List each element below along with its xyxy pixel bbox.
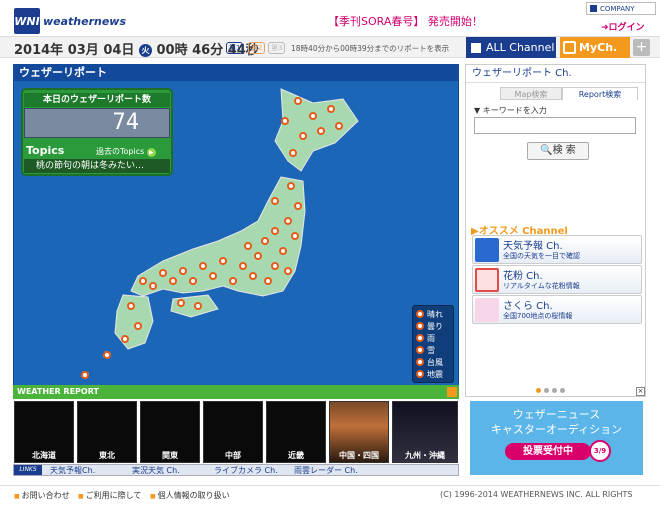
link-observation[interactable]: 実況天気 Ch. [132, 465, 180, 476]
copyright: (C) 1996-2014 WEATHERNEWS INC. ALL RIGHT… [440, 490, 633, 499]
logo-word: weathernews [43, 15, 127, 28]
logo-mark: WNI [14, 8, 40, 34]
weather-legend: 晴れ 曇り 雨 雪 台風 地震 [412, 305, 454, 383]
tab-all-channel[interactable]: ALL Channel [466, 37, 556, 58]
legend-label: 曇り [427, 321, 443, 331]
login-link[interactable]: ➜ログイン [601, 20, 645, 33]
mych-icon [563, 41, 576, 54]
report-count-value: 74 [24, 108, 170, 138]
range-text: 18時40分から00時39分までのリポートを表示 [291, 44, 450, 53]
region-caption: 九州・沖縄 [405, 451, 445, 460]
keyword-input[interactable] [474, 117, 636, 134]
typhoon-icon [416, 358, 424, 366]
tab-my-channel[interactable]: MyCh. [560, 37, 630, 58]
search-label: 検 索 [552, 145, 576, 156]
carousel-dot[interactable] [544, 388, 549, 393]
link-rain-radar[interactable]: 雨雲レーダー Ch. [294, 465, 358, 476]
channel-name: 花粉 Ch. [503, 271, 543, 282]
pollen-face-icon [475, 268, 499, 292]
region-caption: 関東 [162, 451, 178, 460]
channel-card-sakura[interactable]: さくら Ch. 全国700地点の桜情報 [472, 295, 642, 324]
legend-item[interactable]: 台風 [416, 356, 450, 368]
period-badge-1[interactable]: 第1 [226, 42, 244, 54]
channel-card-pollen[interactable]: 花粉 Ch. リアルタイムな花粉情報 [472, 265, 642, 294]
carousel-dot[interactable] [560, 388, 565, 393]
tab-all-label: ALL Channel [486, 41, 555, 54]
tab-my-label: MyCh. [579, 41, 618, 54]
legend-label: 地震 [427, 369, 443, 379]
footer-contact-link[interactable]: お問い合わせ [14, 490, 70, 501]
channel-desc: 全国700地点の桜情報 [503, 312, 573, 320]
play-icon: ▶ [146, 148, 156, 157]
channel-name: 天気予報 Ch. [503, 241, 563, 252]
channel-desc: 全国の天気を一目で確認 [503, 252, 580, 260]
legend-item[interactable]: 地震 [416, 368, 450, 380]
banner-date-badge: 3/9 [589, 440, 611, 462]
carousel-dots[interactable] [536, 388, 565, 393]
region-caption: 中部 [225, 451, 241, 460]
map-panel-title: ウェザーリポート [13, 64, 459, 81]
footer-terms-link[interactable]: ご利用に際して [78, 490, 142, 501]
day-of-week-badge: 火 [138, 44, 152, 57]
promo-link[interactable]: 【季刊SORA春号】 発売開始！ [328, 13, 483, 29]
weathernews-logo[interactable]: WNI weathernews [14, 8, 126, 36]
footer-divider [0, 485, 660, 486]
region-caption: 東北 [99, 451, 115, 460]
report-channel-title: ウェザーリポート Ch. [466, 65, 645, 83]
sakura-icon [475, 298, 499, 322]
current-datetime: 2014年 03月 04日 火 00時 46分 44秒 [14, 39, 259, 58]
carousel-dot[interactable] [552, 388, 557, 393]
sunny-icon [416, 310, 424, 318]
legend-label: 雨 [427, 333, 435, 343]
tab-report-search[interactable]: Report検索 [562, 87, 638, 100]
legend-item[interactable]: 晴れ [416, 308, 450, 320]
footer-privacy-link[interactable]: 個人情報の取り扱い [150, 490, 230, 501]
snow-icon [416, 346, 424, 354]
login-label: ログイン [608, 23, 645, 33]
japan-map-icon [475, 238, 499, 262]
link-forecast[interactable]: 天気予報Ch. [50, 465, 95, 476]
search-button[interactable]: 🔍検 索 [527, 142, 589, 160]
links-tag: LINKS [14, 465, 42, 475]
channel-icon [471, 42, 481, 53]
channel-desc: リアルタイムな花粉情報 [503, 282, 580, 290]
topics-label: Topics [26, 144, 65, 157]
close-icon[interactable]: × [636, 387, 645, 396]
keyword-label: ▼ キーワードを入力 [474, 106, 547, 115]
report-count-label: 本日のウェザーリポート数 [24, 93, 170, 107]
tab-map-search[interactable]: Map検索 [500, 87, 562, 100]
legend-item[interactable]: 曇り [416, 320, 450, 332]
weather-report-bar: WEATHER REPORT [13, 385, 459, 399]
period-badge-3[interactable]: 第3 [268, 42, 286, 54]
legend-label: 晴れ [427, 309, 443, 319]
cloudy-icon [416, 322, 424, 330]
legend-item[interactable]: 雨 [416, 332, 450, 344]
region-caption: 中国・四国 [339, 451, 379, 460]
channel-name: さくら Ch. [503, 301, 553, 312]
region-caption: 北海道 [32, 451, 56, 460]
region-caption: 近畿 [288, 451, 304, 460]
past-topics-link[interactable]: 過去のTopics ▶ [96, 146, 156, 157]
rain-icon [416, 334, 424, 342]
channel-card-forecast[interactable]: 天気予報 Ch. 全国の天気を一目で確認 [472, 235, 642, 264]
legend-item[interactable]: 雪 [416, 344, 450, 356]
add-tab-button[interactable]: + [633, 39, 650, 56]
legend-label: 台風 [427, 357, 443, 367]
legend-label: 雪 [427, 345, 435, 355]
company-icon [590, 5, 597, 12]
company-label: COMPANY [600, 4, 635, 13]
vote-button[interactable]: 投票受付中 [505, 443, 591, 460]
earthquake-icon [416, 370, 424, 378]
topics-headline[interactable]: 桃の節句の朝は冬みたい… [24, 159, 170, 173]
date-text: 2014年 03月 04日 [14, 43, 135, 58]
past-topics-label: 過去のTopics [96, 147, 145, 156]
link-live-camera[interactable]: ライブカメラ Ch. [214, 465, 278, 476]
period-badge-2[interactable]: 第2 [248, 42, 266, 54]
banner-line-1: ウェザーニュース [512, 408, 601, 421]
carousel-dot[interactable] [536, 388, 541, 393]
time-text: 00時 46分 44秒 [156, 43, 259, 58]
banner-line-2: キャスターオーディション [490, 423, 623, 436]
play-icon[interactable] [447, 387, 457, 397]
company-link[interactable]: COMPANY [586, 2, 656, 15]
